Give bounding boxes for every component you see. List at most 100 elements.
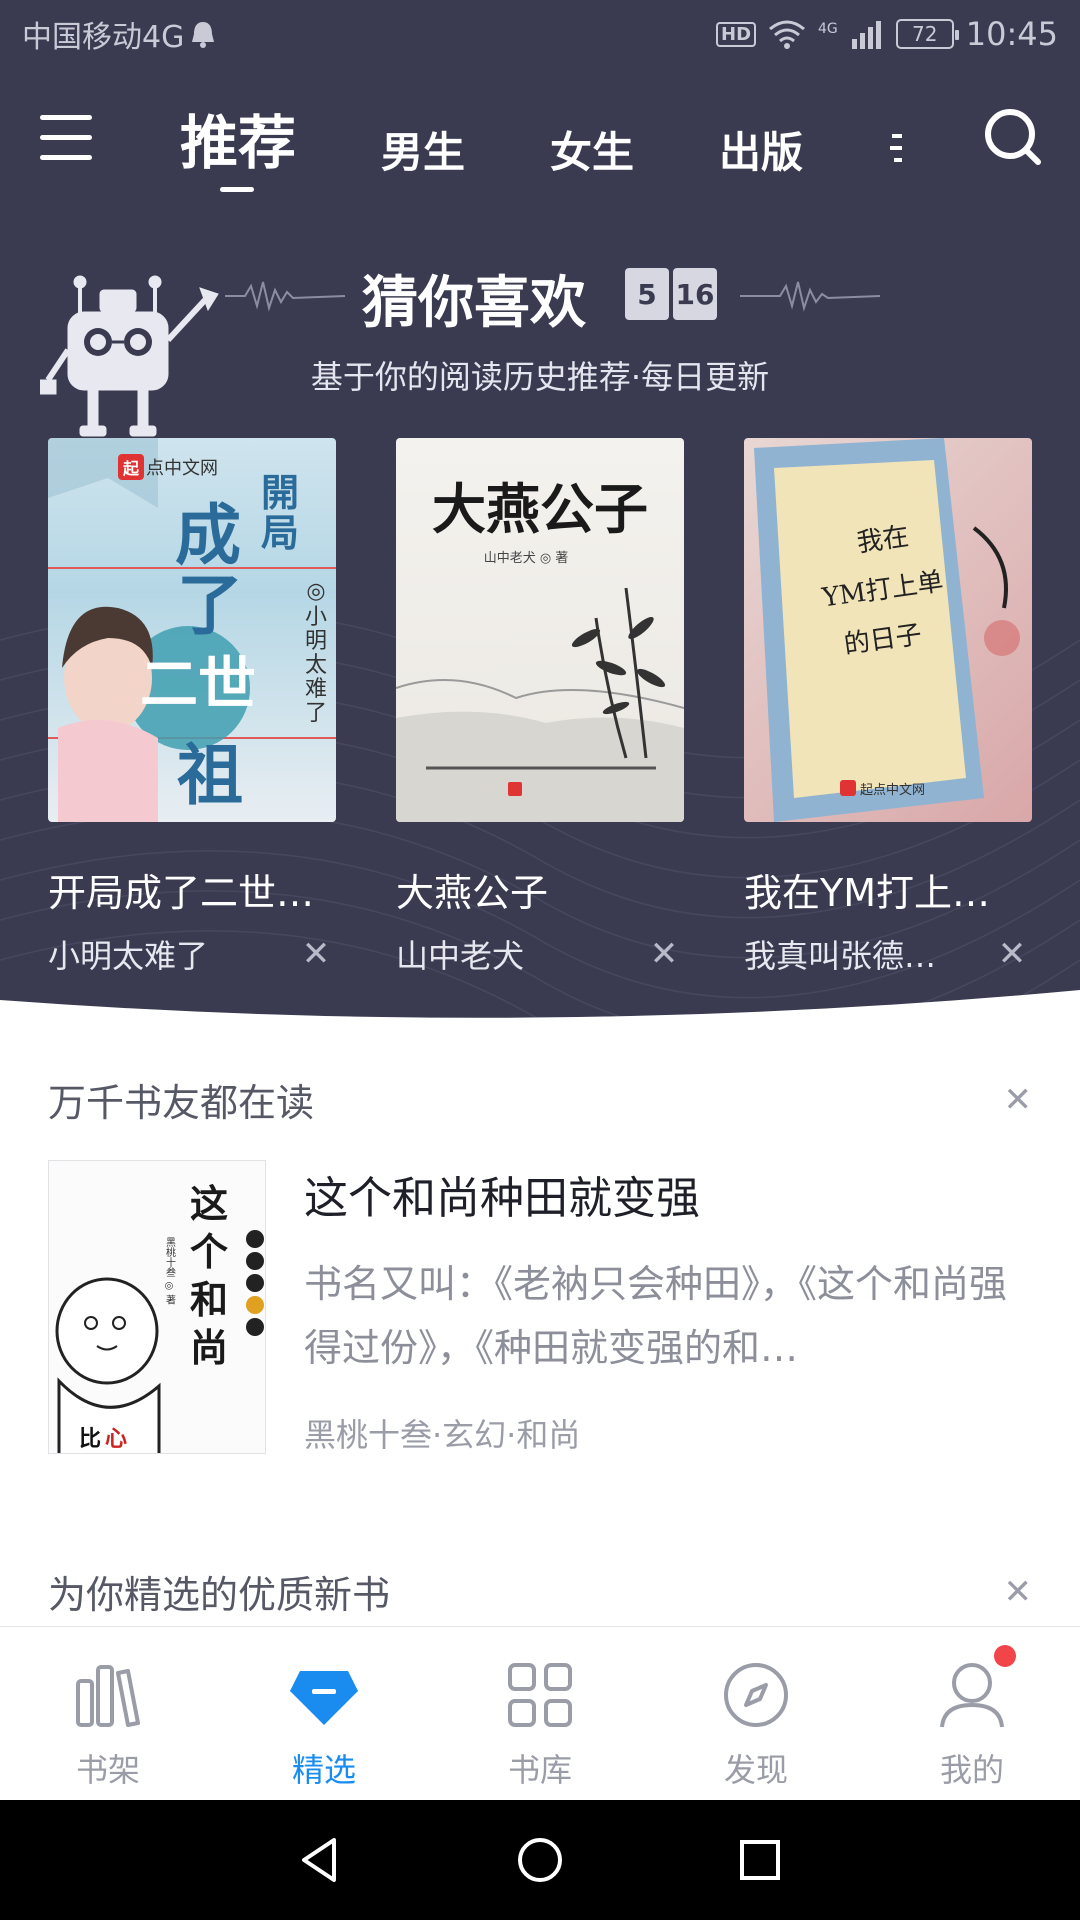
hd-badge: HD: [716, 21, 757, 47]
book-card[interactable]: 起 点中文网 開 局 成 了 二世 祖 ◎ 小 明 太 难 了 开局成了二世…: [48, 438, 336, 977]
svg-text:開: 開: [261, 470, 299, 515]
svg-text:心: 心: [105, 1427, 127, 1452]
grid-icon: [508, 1663, 572, 1727]
featured-book-title[interactable]: 这个和尚种田就变强: [304, 1162, 700, 1226]
user-icon: [940, 1663, 1004, 1728]
svg-text:局: 局: [261, 510, 299, 555]
date-calendar-badge: 5 16: [625, 268, 717, 320]
dismiss-icon[interactable]: ✕: [296, 934, 336, 974]
tab-label: 精选: [291, 1751, 356, 1789]
svg-text:太: 太: [305, 653, 327, 678]
book-title[interactable]: 开局成了二世…: [48, 862, 336, 917]
svg-text:大燕公子: 大燕公子: [432, 477, 648, 541]
tab-library[interactable]: 书库: [432, 1627, 648, 1800]
recommended-books: 起 点中文网 開 局 成 了 二世 祖 ◎ 小 明 太 难 了 开局成了二世…: [48, 438, 1032, 998]
svg-text:点中文网: 点中文网: [146, 458, 218, 479]
signal-icon: [851, 21, 881, 49]
new-books-section-header: 为你精选的优质新书 ✕: [48, 1564, 1032, 1619]
wifi-icon: [769, 20, 805, 49]
svg-text:比: 比: [79, 1427, 101, 1452]
guess-title: 猜你喜欢: [362, 271, 586, 336]
top-nav: 推荐 男生 女生 出版: [0, 90, 1080, 192]
svg-text:尚: 尚: [190, 1325, 228, 1370]
tab-female[interactable]: 女生: [550, 119, 634, 180]
category-tabs: 推荐 男生 女生 出版: [180, 100, 904, 192]
tab-discover[interactable]: 发现: [648, 1627, 864, 1800]
dismiss-icon[interactable]: ✕: [644, 934, 684, 974]
book-cover[interactable]: 我在 YM打上单 的日子 起点中文网: [744, 438, 1032, 822]
svg-text:个: 个: [190, 1229, 228, 1274]
svg-text:和: 和: [190, 1277, 228, 1322]
header-region: 中国移动4G HD 4G 72 10:45 推荐 男生 女生 出版 猜你喜欢 5…: [0, 0, 1080, 1030]
tab-bookshelf[interactable]: 书架: [0, 1627, 216, 1800]
tab-overflow-indicator[interactable]: [888, 128, 904, 180]
tab-publish[interactable]: 出版: [719, 119, 803, 180]
sound-wave-decoration: [740, 281, 880, 312]
book-cover[interactable]: 起 点中文网 開 局 成 了 二世 祖 ◎ 小 明 太 难 了: [48, 438, 336, 822]
book-author: 山中老犬: [396, 937, 525, 975]
svg-text:了: 了: [305, 701, 327, 726]
book-author: 小明太难了: [48, 937, 209, 975]
svg-text:山中老犬 ◎ 著: 山中老犬 ◎ 著: [484, 551, 569, 566]
cover-art: 我在 YM打上单 的日子 起点中文网: [754, 438, 1020, 822]
battery-indicator: 72: [895, 19, 959, 49]
book-card[interactable]: 我在 YM打上单 的日子 起点中文网 我在YM打上… 我真叫张德… ✕: [744, 438, 1032, 977]
dismiss-icon[interactable]: ✕: [992, 934, 1032, 974]
book-meta: 我真叫张德… ✕: [744, 931, 1032, 977]
clock: 10:45: [965, 15, 1058, 53]
book-cover[interactable]: 大燕公子 山中老犬 ◎ 著: [396, 438, 684, 822]
sound-wave-decoration: [225, 281, 345, 312]
tab-overflow-glyph: [890, 134, 903, 162]
cover-art: 起 点中文网 開 局 成 了 二世 祖 ◎ 小 明 太 难 了: [48, 438, 336, 822]
book-meta: 山中老犬 ✕: [396, 931, 684, 977]
back-icon[interactable]: [290, 1830, 350, 1890]
featured-book-card[interactable]: 这 个 和 尚 黑桃十叁 ◎ 著 比 心 这个和尚种田就变强 书名又叫：《老衲只…: [48, 1160, 1032, 1460]
cover-art: 大燕公子 山中老犬 ◎ 著: [396, 477, 684, 822]
close-icon[interactable]: ✕: [1004, 1080, 1033, 1120]
book-card[interactable]: 大燕公子 山中老犬 ◎ 著 大燕公子 山中老犬 ✕: [396, 438, 684, 977]
svg-text:了: 了: [177, 566, 243, 644]
featured-book-description: 书名又叫：《老衲只会种田》，《这个和尚强得过份》，《种田就变强的和…: [304, 1262, 1008, 1370]
network-type: 4G: [818, 21, 838, 37]
date-month: 5: [625, 268, 669, 320]
svg-text:这: 这: [190, 1181, 228, 1226]
tab-male[interactable]: 男生: [381, 119, 465, 180]
book-title[interactable]: 我在YM打上…: [744, 862, 1032, 917]
svg-text:◎: ◎: [306, 579, 325, 604]
book-title[interactable]: 大燕公子: [396, 862, 684, 917]
battery-level: 72: [912, 22, 938, 46]
svg-text:小: 小: [305, 605, 327, 630]
diamond-icon: [290, 1671, 358, 1725]
section-title: 万千书友都在读: [48, 1081, 315, 1125]
tab-profile[interactable]: 我的: [864, 1627, 1080, 1800]
book-meta: 小明太难了 ✕: [48, 931, 336, 977]
featured-book-meta: 黑桃十叁·玄幻·和尚: [304, 1416, 581, 1454]
carrier-label: 中国移动4G: [22, 20, 185, 55]
recents-icon[interactable]: [730, 1830, 790, 1890]
system-navigation-bar: [0, 1800, 1080, 1920]
compass-icon: [724, 1663, 788, 1727]
svg-text:黑桃十叁 ◎ 著: 黑桃十叁 ◎ 著: [164, 1237, 176, 1305]
menu-icon[interactable]: [40, 115, 92, 163]
book-cover[interactable]: 这 个 和 尚 黑桃十叁 ◎ 著 比 心: [48, 1160, 266, 1454]
tab-label: 书架: [75, 1751, 140, 1789]
notification-dot: [994, 1645, 1016, 1667]
svg-text:起: 起: [122, 459, 140, 478]
section-title: 为你精选的优质新书: [48, 1573, 391, 1617]
close-icon[interactable]: ✕: [1004, 1572, 1033, 1612]
date-day: 16: [673, 268, 717, 320]
status-bar: 中国移动4G HD 4G 72 10:45: [0, 0, 1080, 68]
tab-featured[interactable]: 精选: [216, 1627, 432, 1800]
tab-label: 发现: [723, 1751, 788, 1789]
bookshelf-icon: [76, 1665, 140, 1727]
notification-icon: [192, 22, 215, 48]
svg-text:明: 明: [305, 629, 327, 654]
popular-section-header: 万千书友都在读 ✕: [48, 1072, 1032, 1127]
home-icon[interactable]: [510, 1830, 570, 1890]
svg-text:难: 难: [305, 677, 327, 702]
guess-subtitle: 基于你的阅读历史推荐·每日更新: [310, 358, 770, 396]
tab-label: 书库: [507, 1751, 572, 1789]
bottom-tab-bar: 书架 精选 书库 发现 我的: [0, 1626, 1080, 1800]
search-icon[interactable]: [982, 106, 1044, 168]
tab-recommend[interactable]: 推荐: [180, 96, 296, 192]
